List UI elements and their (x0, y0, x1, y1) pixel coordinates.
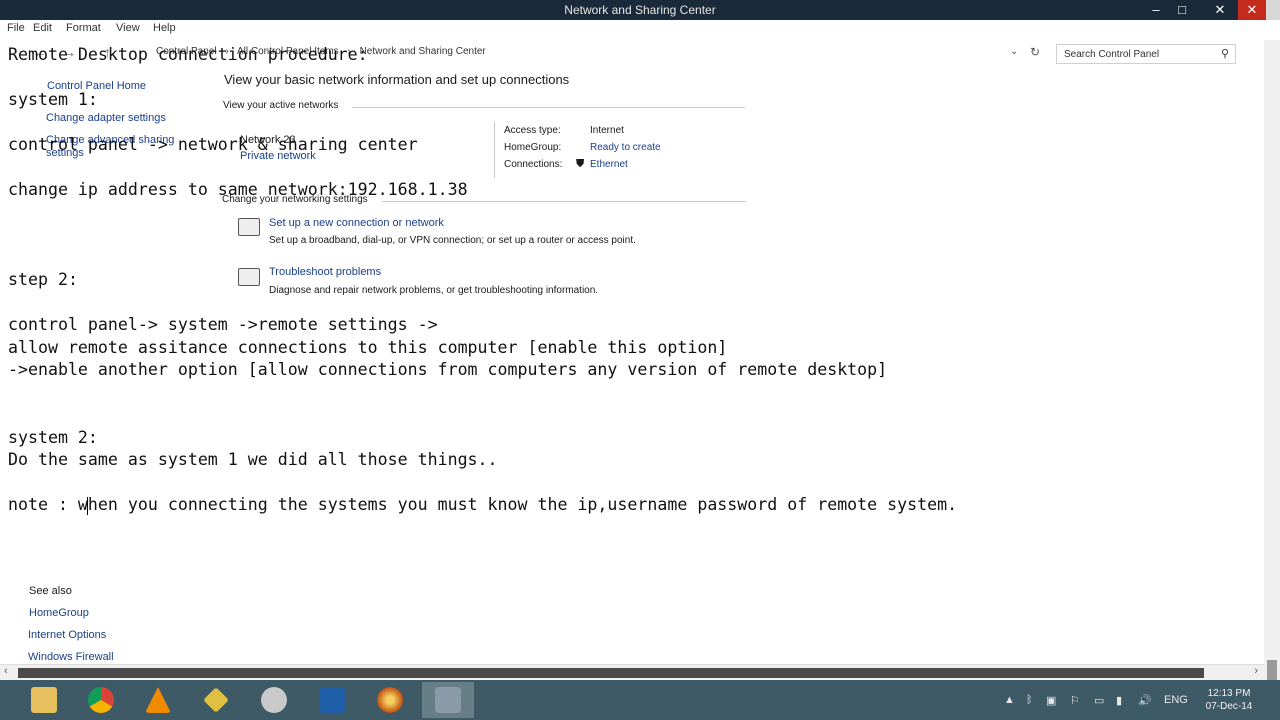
notepad-line-enable-option: ->enable another option [allow connectio… (8, 360, 888, 379)
taskbar-clock[interactable]: 12:13 PM 07-Dec-14 (1196, 687, 1262, 713)
refresh-icon[interactable]: ↻ (1030, 45, 1040, 59)
taskbar-wifi-tool[interactable] (306, 682, 358, 718)
divider (494, 122, 495, 178)
tray-app-icon[interactable]: ▣ (1046, 694, 1056, 707)
close-button[interactable]: ✕ (1238, 0, 1266, 20)
vertical-scrollbar[interactable] (1264, 40, 1280, 700)
wifi-icon (319, 687, 345, 713)
horizontal-scroll-thumb[interactable] (18, 668, 1204, 678)
bluetooth-icon[interactable]: ᛒ (1026, 694, 1033, 706)
see-also-homegroup[interactable]: HomeGroup (29, 607, 89, 619)
search-input[interactable]: Search Control Panel ⚲ (1056, 44, 1236, 64)
vlc-icon (145, 687, 171, 713)
access-type-label: Access type: (504, 125, 561, 136)
taskbar-media-disc[interactable] (364, 682, 416, 718)
connections-label: Connections: (504, 159, 563, 170)
homegroup-label: HomeGroup: (504, 142, 562, 153)
ethernet-icon: ⛊ (576, 158, 585, 170)
network-tool-icon (261, 687, 287, 713)
menu-file[interactable]: File (7, 22, 25, 34)
troubleshoot-desc: Diagnose and repair network problems, or… (269, 285, 599, 296)
notepad-line-note[interactable]: note : when you connecting the systems y… (8, 495, 957, 514)
language-indicator[interactable]: ENG (1164, 694, 1188, 706)
notepad-line-allow-remote: allow remote assitance connections to th… (8, 338, 728, 357)
menu-edit[interactable]: Edit (33, 22, 52, 34)
see-also-windows-firewall[interactable]: Windows Firewall (28, 651, 114, 663)
notepad-line-remote-settings: control panel-> system ->remote settings… (8, 315, 438, 334)
notepad-line-ip: change ip address to same network:192.16… (8, 180, 468, 199)
taskbar-chrome[interactable] (75, 682, 127, 718)
menu-format[interactable]: Format (66, 22, 101, 34)
taskbar-vlc[interactable] (132, 682, 184, 718)
setup-connection-desc: Set up a broadband, dial-up, or VPN conn… (269, 235, 636, 246)
notepad-line-system2: system 2: (8, 428, 98, 447)
clock-time: 12:13 PM (1207, 688, 1251, 699)
scroll-right-icon[interactable]: › (1254, 665, 1258, 677)
connections-value[interactable]: Ethernet (590, 159, 628, 170)
action-center-icon[interactable]: ⚐ (1070, 694, 1080, 707)
crumb-network-sharing[interactable]: Network and Sharing Center (360, 46, 486, 57)
volume-icon[interactable]: 🔊 (1138, 694, 1152, 707)
notepad-line-control-panel: control panel -> network & sharing cente… (8, 135, 418, 154)
notepad-line-do-same: Do the same as system 1 we did all those… (8, 450, 498, 469)
scroll-left-icon[interactable]: ‹ (4, 665, 8, 677)
taskbar-file-explorer[interactable] (18, 682, 70, 718)
disc-icon (377, 687, 403, 713)
notepad-icon (435, 687, 461, 713)
tray-expand-icon[interactable]: ▲ (1004, 694, 1015, 706)
title-bar: Network and Sharing Center – □ ✕ ✕ (0, 0, 1280, 20)
sidebar-adapter-settings[interactable]: Change adapter settings (46, 112, 166, 124)
see-also-internet-options[interactable]: Internet Options (28, 629, 106, 641)
maximize-button[interactable]: □ (1168, 0, 1196, 20)
horizontal-scrollbar[interactable]: ‹ › (0, 664, 1264, 680)
divider (382, 201, 746, 202)
divider (352, 107, 745, 108)
troubleshoot-link[interactable]: Troubleshoot problems (269, 266, 381, 278)
minimize-button[interactable]: – (1142, 0, 1170, 20)
troubleshoot-icon (238, 268, 260, 286)
access-type-value: Internet (590, 125, 624, 136)
network-setup-icon (238, 218, 260, 236)
taskbar-network-tool[interactable] (248, 682, 300, 718)
pencil-icon (203, 687, 229, 713)
see-also-heading: See also (29, 585, 72, 597)
folder-icon (31, 687, 57, 713)
taskbar-pencil-tool[interactable] (190, 682, 242, 718)
cp-heading: View your basic network information and … (224, 72, 570, 87)
notepad-line-step2: step 2: (8, 270, 78, 289)
chevron-down-icon[interactable]: ⌄ (1010, 46, 1018, 57)
search-icon: ⚲ (1220, 48, 1229, 60)
taskbar-notepad[interactable] (422, 682, 474, 718)
menu-view[interactable]: View (116, 22, 140, 34)
menu-help[interactable]: Help (153, 22, 176, 34)
search-placeholder: Search Control Panel (1064, 49, 1160, 60)
battery-icon[interactable]: ▭ (1094, 694, 1104, 707)
clock-date: 07-Dec-14 (1205, 701, 1253, 712)
setup-connection-link[interactable]: Set up a new connection or network (269, 217, 444, 229)
close-button-inner[interactable]: ✕ (1206, 0, 1234, 20)
window-title: Network and Sharing Center (564, 3, 716, 17)
text-caret (87, 497, 88, 515)
homegroup-value[interactable]: Ready to create (590, 142, 661, 153)
notepad-line-title: Remote Desktop connection procedure: (8, 45, 368, 64)
chrome-icon (88, 687, 114, 713)
active-networks-label: View your active networks (223, 100, 339, 111)
taskbar: ▲ ᛒ ▣ ⚐ ▭ ▮ 🔊 ENG 12:13 PM 07-Dec-14 (0, 680, 1280, 720)
signal-icon[interactable]: ▮ (1116, 694, 1122, 707)
notepad-line-system1: system 1: (8, 90, 98, 109)
